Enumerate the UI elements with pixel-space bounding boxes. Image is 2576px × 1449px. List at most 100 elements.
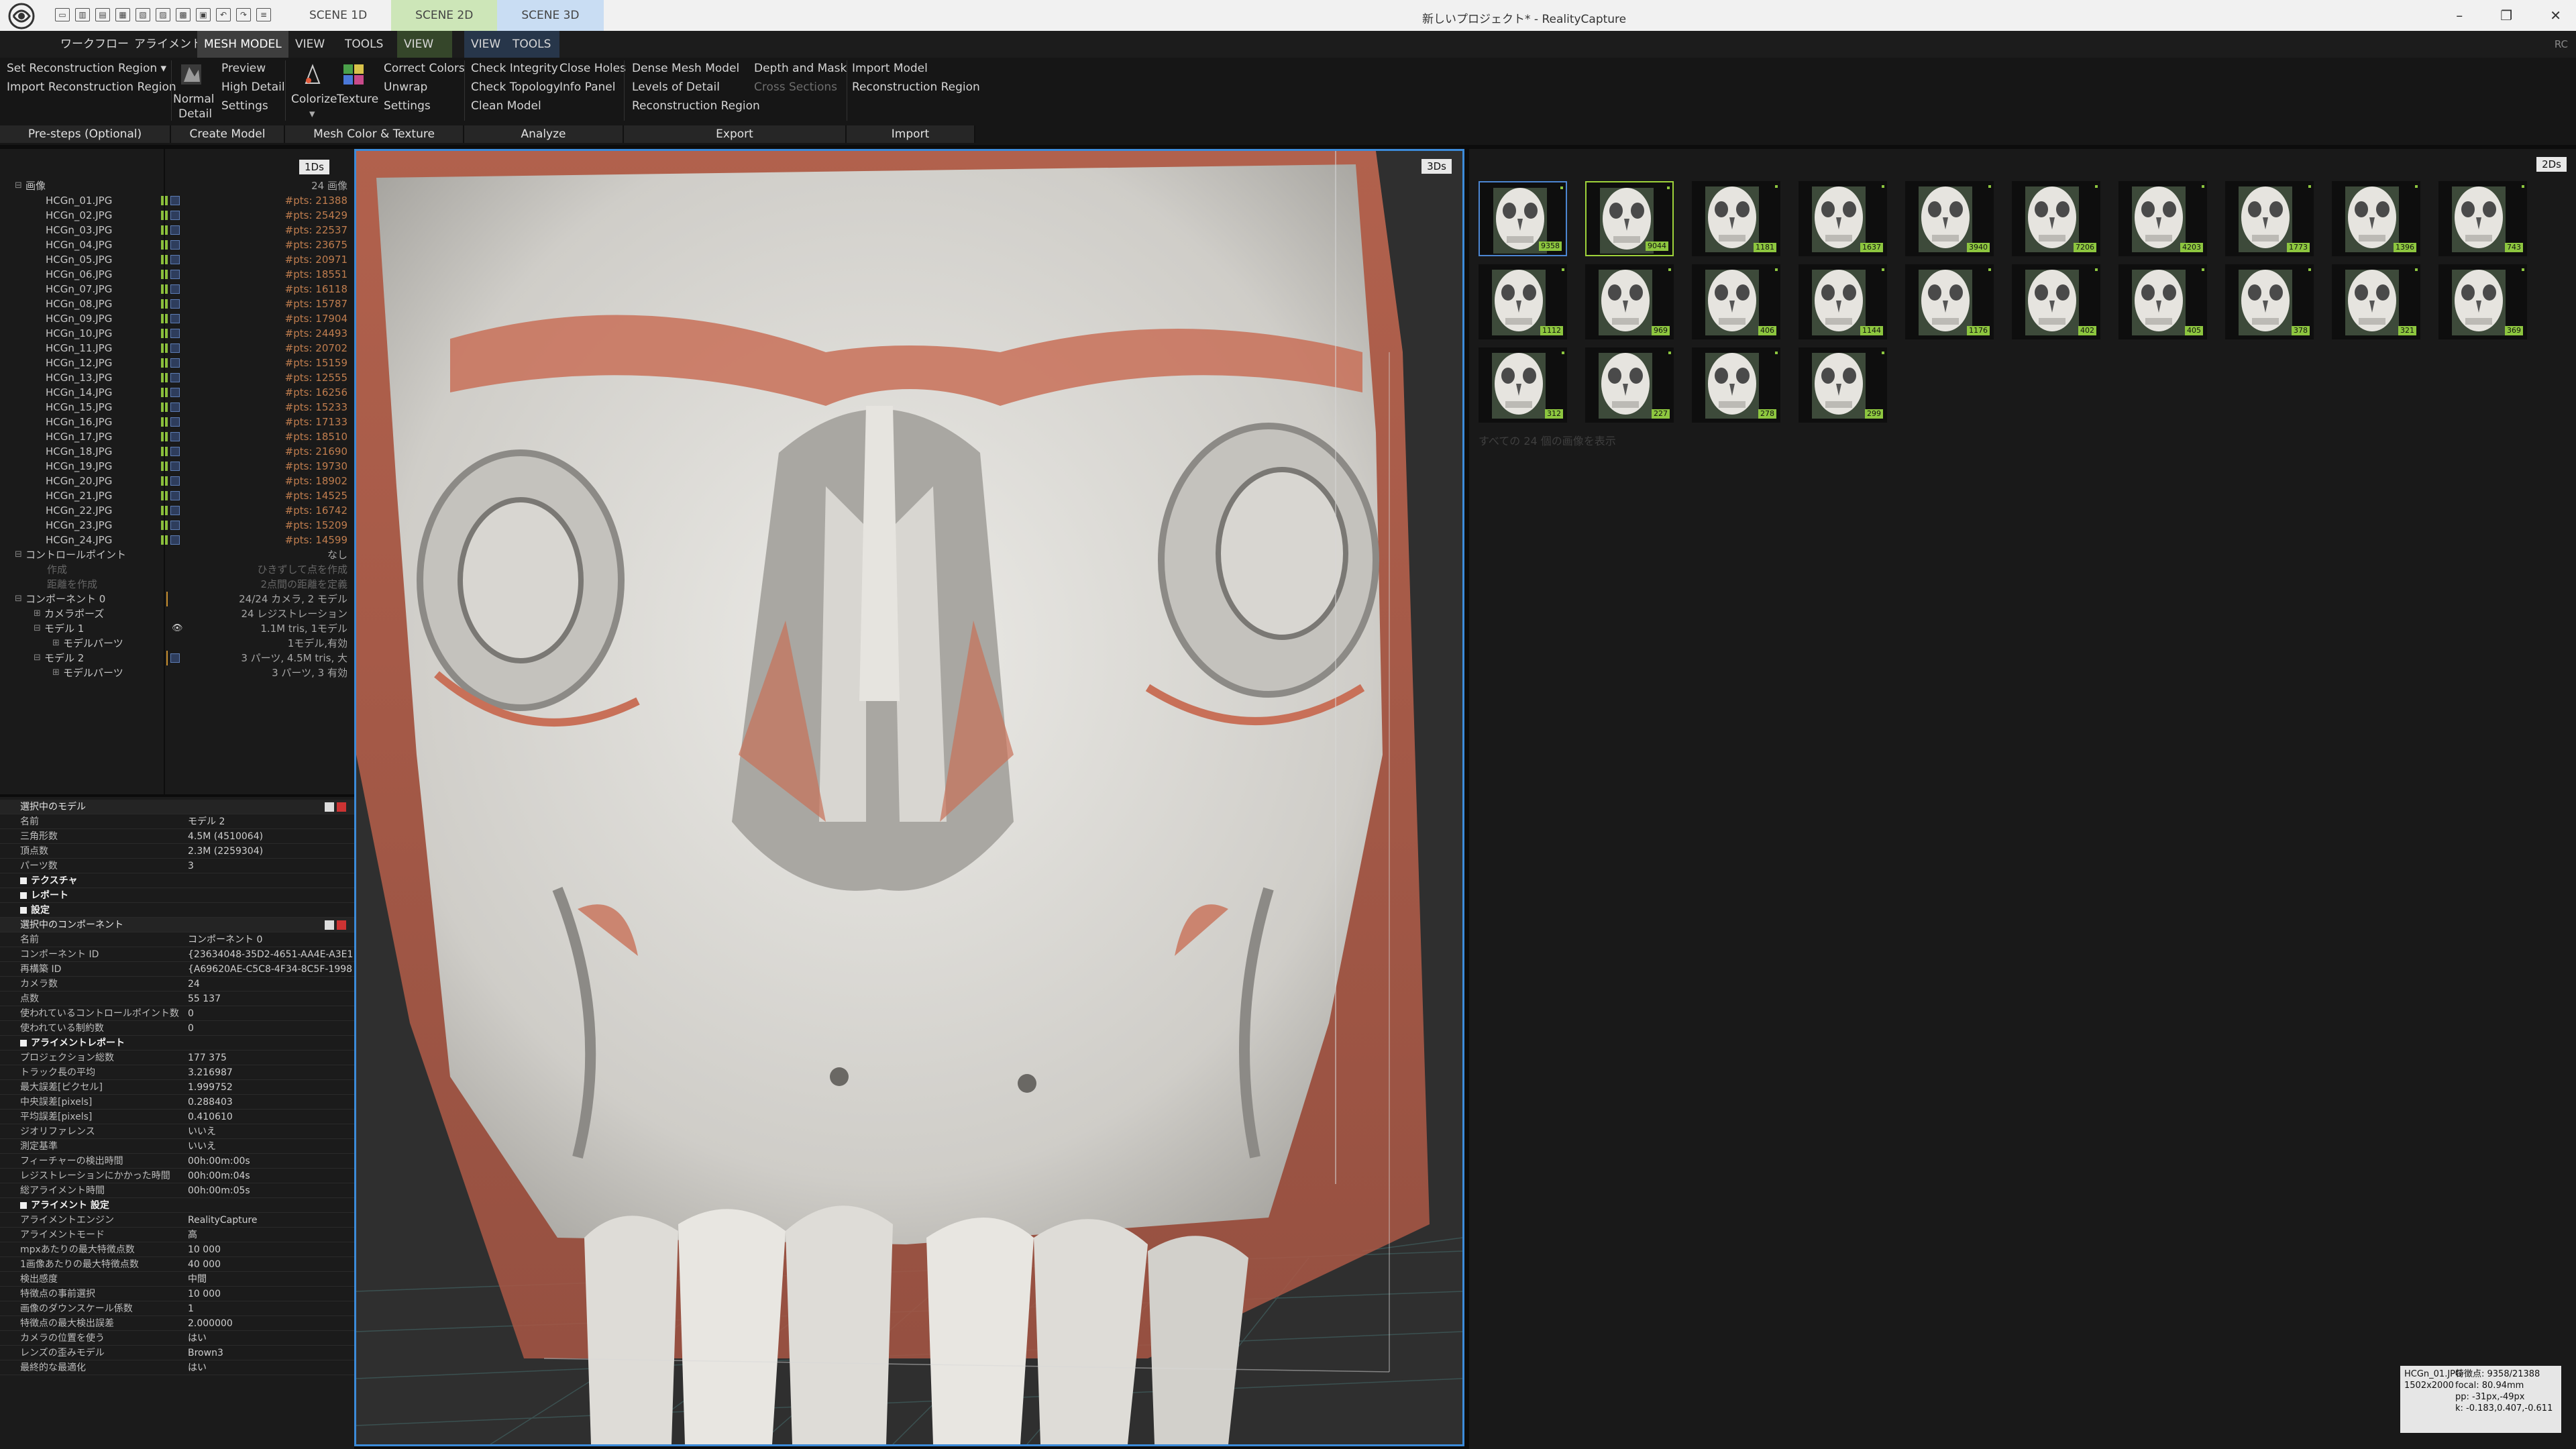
image-thumbnail[interactable]: 9044 (1585, 181, 1674, 256)
image-thumbnail[interactable]: 402 (2012, 264, 2100, 339)
image-thumbnail[interactable]: 321 (2332, 264, 2420, 339)
mesh-model-icon[interactable] (180, 63, 203, 86)
property-value[interactable]: 中間 (188, 1272, 353, 1287)
property-value[interactable]: 40 000 (188, 1257, 353, 1272)
close-button[interactable]: ✕ (2550, 0, 2561, 31)
model-settings-button[interactable]: Settings (221, 99, 268, 113)
normal-detail-button[interactable]: Normal (173, 93, 215, 106)
tree-image-item[interactable]: HCGn_12.JPG #pts: 15159 (0, 356, 357, 370)
layout-2-icon[interactable]: ▤ (95, 8, 110, 21)
redo-icon[interactable]: ↷ (236, 8, 251, 21)
undo-icon[interactable]: ↶ (216, 8, 231, 21)
property-value[interactable]: 00h:00m:04s (188, 1169, 353, 1183)
property-value[interactable]: {23634048-35D2-4651-AA4E-A3E1... (188, 947, 353, 962)
image-thumbnail[interactable]: 369 (2438, 264, 2527, 339)
menu-tools-3d[interactable]: TOOLS (506, 31, 559, 58)
property-value[interactable]: 2.3M (2259304) (188, 844, 353, 859)
property-value[interactable]: 00h:00m:05s (188, 1183, 353, 1198)
tree-model-2[interactable]: ⊟ モデル 2 3 パーツ, 4.5M tris, 大 (0, 651, 357, 665)
tree-image-item[interactable]: HCGn_19.JPG #pts: 19730 (0, 459, 357, 474)
image-thumbnail[interactable]: 1773 (2225, 181, 2314, 256)
set-reconstruction-region-button[interactable]: Set Reconstruction Region ▾ (7, 62, 166, 75)
image-thumbnail[interactable]: 227 (1585, 347, 1674, 423)
image-thumbnail[interactable]: 1144 (1799, 264, 1887, 339)
selected-model-header[interactable]: 選択中のモデル (0, 800, 356, 814)
texture-icon[interactable] (342, 63, 365, 86)
tree-image-item[interactable]: HCGn_14.JPG #pts: 16256 (0, 385, 357, 400)
menu-view-2d[interactable]: VIEW (397, 31, 452, 58)
show-all-images-label[interactable]: すべての 24 個の画像を表示 (1479, 432, 1616, 448)
clean-model-button[interactable]: Clean Model (471, 99, 541, 113)
property-value[interactable]: 1.999752 (188, 1080, 353, 1095)
cross-sections-button[interactable]: Cross Sections (754, 80, 837, 94)
new-project-icon[interactable]: ▭ (55, 8, 70, 21)
import-reconstruction-region-button[interactable]: Import Reconstruction Region (7, 80, 176, 94)
property-value[interactable]: 10 000 (188, 1287, 353, 1301)
unwrap-button[interactable]: Unwrap (384, 80, 427, 94)
layout-6-icon[interactable]: ▩ (176, 8, 191, 21)
selected-component-header[interactable]: 選択中のコンポーネント (0, 918, 356, 932)
export-reconstruction-region-button[interactable]: Reconstruction Region (632, 99, 760, 113)
image-thumbnail[interactable]: 405 (2118, 264, 2207, 339)
image-thumbnail[interactable]: 299 (1799, 347, 1887, 423)
model-subsection[interactable]: テクスチャ (0, 873, 356, 888)
property-value[interactable]: 0 (188, 1006, 353, 1021)
menu-mesh-model[interactable]: MESH MODEL (197, 31, 288, 58)
tree-image-item[interactable]: HCGn_03.JPG #pts: 22537 (0, 223, 357, 237)
realitycapture-logo[interactable] (8, 3, 35, 30)
model-subsection[interactable]: レポート (0, 888, 356, 903)
tree-images-node[interactable]: ⊟ 画像 24 画像 (0, 178, 357, 193)
tree-image-item[interactable]: HCGn_09.JPG #pts: 17904 (0, 311, 357, 326)
property-value[interactable]: いいえ (188, 1124, 353, 1139)
menu-view[interactable]: VIEW (288, 31, 331, 58)
image-thumbnail[interactable]: 1181 (1692, 181, 1780, 256)
tree-image-item[interactable]: HCGn_15.JPG #pts: 15233 (0, 400, 357, 415)
image-thumbnail[interactable]: 378 (2225, 264, 2314, 339)
tree-image-item[interactable]: HCGn_08.JPG #pts: 15787 (0, 297, 357, 311)
property-value[interactable]: 10 000 (188, 1242, 353, 1257)
property-value[interactable]: 3 (188, 859, 353, 873)
texture-settings-button[interactable]: Settings (384, 99, 431, 113)
property-value[interactable]: 0.410610 (188, 1110, 353, 1124)
property-value[interactable]: 55 137 (188, 991, 353, 1006)
close-panel-icon[interactable] (337, 802, 346, 812)
texture-button[interactable]: Texture (337, 93, 378, 106)
export-lod-button[interactable]: Levels of Detail (632, 80, 720, 94)
property-value[interactable]: いいえ (188, 1139, 353, 1154)
image-thumbnail[interactable]: 9358 (1479, 181, 1567, 256)
property-value[interactable]: Brown3 (188, 1346, 353, 1360)
property-value[interactable]: 0 (188, 1021, 353, 1036)
image-thumbnail[interactable]: 278 (1692, 347, 1780, 423)
tree-image-item[interactable]: HCGn_05.JPG #pts: 20971 (0, 252, 357, 267)
property-value[interactable]: 177 375 (188, 1051, 353, 1065)
image-thumbnail[interactable]: 1176 (1905, 264, 1994, 339)
tree-image-item[interactable]: HCGn_24.JPG #pts: 14599 (0, 533, 357, 547)
scene-2d-view[interactable]: 2Ds 9358 9044 1181 1637 3940 7206 4203 1… (1469, 149, 2576, 1449)
tree-image-item[interactable]: HCGn_11.JPG #pts: 20702 (0, 341, 357, 356)
image-thumbnail[interactable]: 1396 (2332, 181, 2420, 256)
property-value[interactable]: {A69620AE-C5C8-4F34-8C5F-1998... (188, 962, 353, 977)
property-value[interactable]: 0.288403 (188, 1095, 353, 1110)
tree-image-item[interactable]: HCGn_06.JPG #pts: 18551 (0, 267, 357, 282)
check-topology-button[interactable]: Check Topology (471, 80, 560, 94)
import-model-button[interactable]: Import Model (852, 62, 928, 75)
tree-image-item[interactable]: HCGn_16.JPG #pts: 17133 (0, 415, 357, 429)
check-integrity-button[interactable]: Check Integrity (471, 62, 558, 75)
property-value[interactable]: モデル 2 (188, 814, 353, 829)
property-value[interactable]: 3.216987 (188, 1065, 353, 1080)
export-dense-mesh-button[interactable]: Dense Mesh Model (632, 62, 739, 75)
colorize-dropdown-icon[interactable]: ▾ (309, 107, 315, 121)
tree-image-item[interactable]: HCGn_21.JPG #pts: 14525 (0, 488, 357, 503)
tree-image-item[interactable]: HCGn_23.JPG #pts: 15209 (0, 518, 357, 533)
tab-scene-3d[interactable]: SCENE 3D (497, 0, 604, 31)
menu-tools[interactable]: TOOLS (338, 31, 390, 58)
image-thumbnail[interactable]: 1112 (1479, 264, 1567, 339)
tree-image-item[interactable]: HCGn_17.JPG #pts: 18510 (0, 429, 357, 444)
alignment-settings-section[interactable]: アライメント 設定 (0, 1198, 356, 1213)
tree-component-0[interactable]: ⊟ コンポーネント 0 24/24 カメラ, 2 モデル (0, 592, 357, 606)
layout-5-icon[interactable]: ▨ (156, 8, 170, 21)
property-value[interactable]: 2.000000 (188, 1316, 353, 1331)
pin-icon[interactable] (325, 802, 334, 812)
tree-cp-distance[interactable]: 距離を作成 2点間の距離を定義 (0, 577, 357, 592)
image-thumbnail[interactable]: 406 (1692, 264, 1780, 339)
